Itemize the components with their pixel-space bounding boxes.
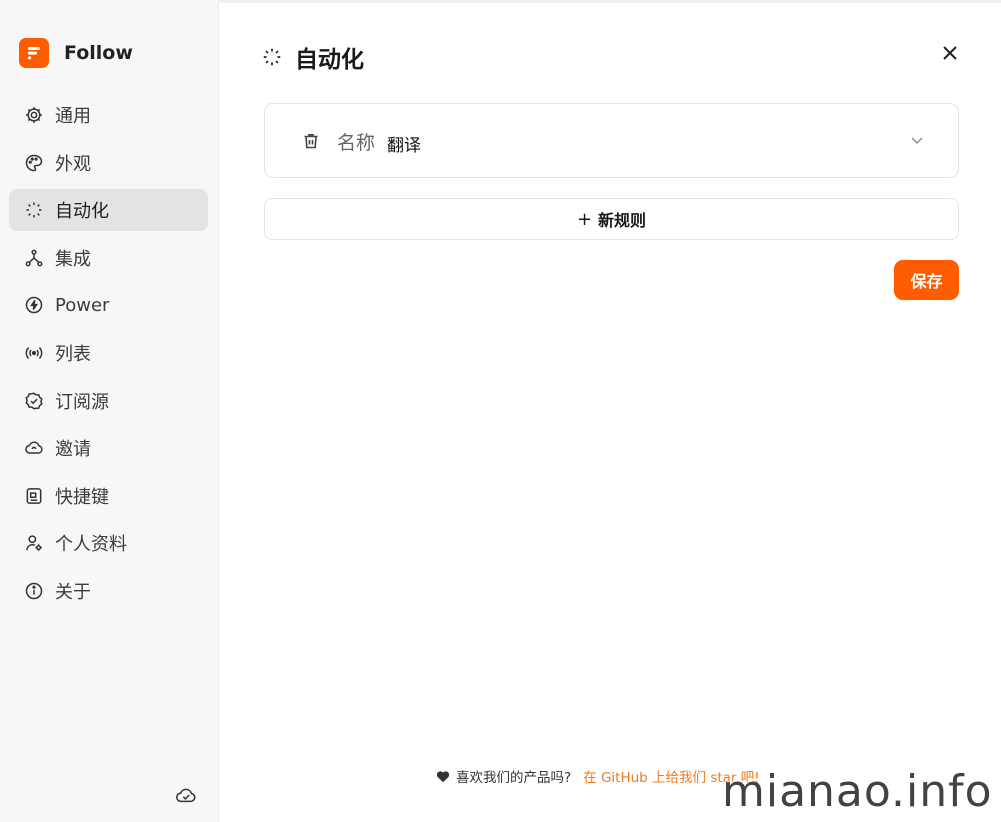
sidebar-item-label: 关于 xyxy=(55,581,91,603)
heart-icon xyxy=(436,770,450,783)
sidebar-item-feeds[interactable]: 订阅源 xyxy=(9,380,208,422)
chevron-down-icon[interactable] xyxy=(908,131,926,149)
main-panel: 自动化 名称 翻译 + 新规则 保存 喜欢我们的产品吗? 在 GitHub 上给… xyxy=(219,0,1001,822)
footer-question: 喜欢我们的产品吗? xyxy=(456,770,572,786)
sidebar-item-label: Power xyxy=(55,294,110,316)
add-rule-button[interactable]: + 新规则 xyxy=(264,198,959,240)
network-icon xyxy=(23,247,45,269)
palette-icon xyxy=(23,152,45,174)
watermark: mianao.info xyxy=(722,766,993,817)
sidebar-item-label: 自动化 xyxy=(55,201,109,223)
page-title: 自动化 xyxy=(295,47,364,73)
sidebar-item-appearance[interactable]: 外观 xyxy=(9,142,208,184)
sidebar-item-label: 快捷键 xyxy=(55,486,109,508)
rule-name-label: 名称 xyxy=(337,132,376,154)
sidebar: Follow 通用 外观 自动化 集成 Power 列表 订阅源 邀请 快捷键 … xyxy=(0,0,219,822)
sidebar-item-label: 订阅源 xyxy=(55,391,109,413)
sidebar-item-label: 集成 xyxy=(55,248,91,270)
verified-badge-icon xyxy=(23,390,45,412)
sidebar-item-shortcuts[interactable]: 快捷键 xyxy=(9,475,208,517)
sidebar-item-label: 个人资料 xyxy=(55,534,127,556)
sidebar-item-power[interactable]: Power xyxy=(9,284,208,326)
keyboard-icon xyxy=(23,485,45,507)
magic-wand-icon xyxy=(23,199,45,221)
close-icon[interactable] xyxy=(939,42,961,64)
sidebar-item-automation[interactable]: 自动化 xyxy=(9,189,208,232)
follow-logo-icon xyxy=(19,38,49,68)
plus-icon: + xyxy=(576,208,593,230)
save-button[interactable]: 保存 xyxy=(894,260,959,300)
sidebar-item-integration[interactable]: 集成 xyxy=(9,237,208,279)
settings-nav: 通用 外观 自动化 集成 Power 列表 订阅源 邀请 快捷键 个人资料 关于 xyxy=(9,94,208,618)
app-name: Follow xyxy=(64,42,133,64)
rule-name-value[interactable]: 翻译 xyxy=(387,131,421,156)
cloud-check-icon[interactable] xyxy=(175,785,197,805)
info-icon xyxy=(23,580,45,602)
sidebar-item-label: 邀请 xyxy=(55,439,91,461)
sidebar-item-general[interactable]: 通用 xyxy=(9,94,208,136)
page-header: 自动化 xyxy=(261,40,364,74)
user-settings-icon xyxy=(23,532,45,554)
invite-cloud-icon xyxy=(23,437,45,459)
sidebar-item-label: 列表 xyxy=(55,343,91,365)
add-rule-label: 新规则 xyxy=(598,211,647,230)
sidebar-item-about[interactable]: 关于 xyxy=(9,570,208,612)
magic-wand-icon xyxy=(261,46,283,68)
rule-card[interactable]: 名称 翻译 xyxy=(264,103,959,178)
power-bolt-icon xyxy=(23,294,45,316)
gear-icon xyxy=(23,104,45,126)
sidebar-item-invite[interactable]: 邀请 xyxy=(9,427,208,469)
brand[interactable]: Follow xyxy=(19,38,133,68)
broadcast-icon xyxy=(23,342,45,364)
sidebar-item-label: 外观 xyxy=(55,153,91,175)
sidebar-item-profile[interactable]: 个人资料 xyxy=(9,522,208,564)
sidebar-item-label: 通用 xyxy=(55,106,91,127)
trash-icon[interactable] xyxy=(301,131,321,151)
sidebar-item-lists[interactable]: 列表 xyxy=(9,332,208,374)
footer: 喜欢我们的产品吗? 在 GitHub 上给我们 star 吧! xyxy=(436,766,760,786)
